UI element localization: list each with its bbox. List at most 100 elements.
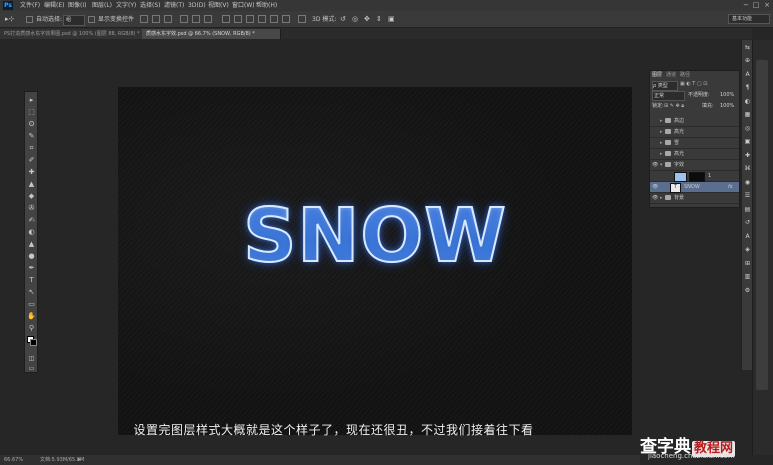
menu-layer[interactable]: 图层(L) — [92, 0, 112, 11]
opacity-input[interactable]: 100% — [720, 91, 734, 99]
align-top-icon[interactable] — [140, 15, 148, 23]
history-brush-tool-button[interactable]: ✇ — [27, 204, 36, 213]
layer-row-selected[interactable]: 👁︎ T SNOW fx — [650, 182, 739, 193]
color-panel-icon[interactable]: ◐ — [743, 97, 752, 106]
layer-row[interactable]: ▸ 高光 — [650, 127, 739, 138]
distribute-vcenter-icon[interactable] — [234, 15, 242, 23]
align-right-icon[interactable] — [204, 15, 212, 23]
layer-row[interactable]: ▸ 高边 — [650, 116, 739, 127]
quick-select-tool-button[interactable]: ✎ — [27, 132, 36, 141]
styles-panel-icon[interactable]: ◎ — [743, 124, 752, 133]
layer-row[interactable]: ▸ 雪 — [650, 138, 739, 149]
brush-tool-button[interactable]: ▲ — [27, 180, 36, 189]
distribute-bottom-icon[interactable] — [246, 15, 254, 23]
zoom-tool-button[interactable]: ⚲ — [27, 324, 36, 333]
paragraph-panel-icon[interactable]: ¶ — [743, 83, 752, 92]
close-button[interactable]: × — [762, 0, 772, 11]
menu-image[interactable]: 图像(I) — [68, 0, 86, 11]
menu-3d[interactable]: 3D(D) — [188, 0, 206, 11]
properties-panel-icon[interactable]: ◈ — [743, 245, 752, 254]
visibility-eye-icon[interactable]: 👁︎ — [652, 182, 658, 192]
lock-icons[interactable]: ⊞ ✎ ✥ 🔒︎ — [664, 102, 684, 110]
timeline-panel-icon[interactable]: ↺ — [743, 218, 752, 227]
align-vcenter-icon[interactable] — [152, 15, 160, 23]
layer-filter-icons[interactable]: ▣ ◐ T ▢ ⊡ — [680, 81, 707, 87]
eraser-tool-button[interactable]: ✍ — [27, 216, 36, 225]
fx-badge-icon[interactable]: fx — [728, 182, 733, 192]
pen-tool-button[interactable]: ✒ — [27, 264, 36, 273]
expand-arrow-icon[interactable]: ▸ — [660, 127, 663, 137]
menu-view[interactable]: 视图(V) — [208, 0, 229, 11]
menu-filter[interactable]: 滤镜(T) — [164, 0, 184, 11]
tab-document-1[interactable]: PS打造质感水东字效果图.psd @ 100% (图层 88, RGB/8) * — [0, 29, 146, 39]
3d-pan-icon[interactable]: ✥ — [364, 15, 370, 24]
histogram-panel-icon[interactable]: ▥ — [743, 272, 752, 281]
settings-panel-icon[interactable]: ⚙ — [743, 286, 752, 295]
blend-mode-dropdown[interactable]: 正常 — [652, 91, 685, 101]
character-panel-icon[interactable]: A — [743, 70, 752, 79]
layer-row[interactable]: 👁︎ ▾ 字效 — [650, 160, 739, 171]
menu-window[interactable]: 窗口(W) — [232, 0, 255, 11]
menu-type[interactable]: 文字(Y) — [116, 0, 136, 11]
actions-panel-icon[interactable]: ⌘ — [743, 164, 752, 173]
expand-arrow-icon[interactable]: ▸ — [660, 116, 663, 126]
path-select-tool-button[interactable]: ↖ — [27, 288, 36, 297]
move-tool-icon[interactable]: ▸⊹ — [5, 15, 14, 24]
background-color-swatch[interactable] — [30, 339, 37, 346]
tab-document-2[interactable]: 质感水东字效.psd @ 66.7% (SNOW, RGB/8) * — [142, 29, 281, 39]
fill-input[interactable]: 100% — [720, 102, 734, 110]
gradient-tool-button[interactable]: ◐ — [27, 228, 36, 237]
quick-mask-icon[interactable]: ◫ — [27, 354, 36, 363]
collapse-arrow-icon[interactable]: ▾ — [660, 160, 663, 170]
layer-row[interactable]: 1 — [650, 171, 739, 182]
scrollbar-thumb[interactable] — [756, 60, 768, 390]
layer-row[interactable]: 👁︎ ▸ 背景 — [650, 193, 739, 204]
marquee-tool-button[interactable]: ⬚ — [27, 108, 36, 117]
3d-slide-icon[interactable]: ⇕ — [376, 15, 382, 24]
auto-select-checkbox[interactable] — [26, 16, 33, 23]
menu-select[interactable]: 选择(S) — [140, 0, 161, 11]
blur-tool-button[interactable]: ▲ — [27, 240, 36, 249]
lasso-tool-button[interactable]: ʘ — [27, 120, 36, 129]
stamp-tool-button[interactable]: ◆ — [27, 192, 36, 201]
shape-tool-button[interactable]: ▭ — [27, 300, 36, 309]
distribute-right-icon[interactable] — [282, 15, 290, 23]
align-left-icon[interactable] — [180, 15, 188, 23]
distribute-hcenter-icon[interactable] — [270, 15, 278, 23]
align-hcenter-icon[interactable] — [192, 15, 200, 23]
tab-paths[interactable]: 路径 — [680, 72, 690, 79]
glyphs-panel-icon[interactable]: A — [743, 232, 752, 241]
auto-select-dropdown[interactable]: 组 — [63, 15, 85, 26]
masks-panel-icon[interactable]: ✚ — [743, 151, 752, 160]
dodge-tool-button[interactable]: ● — [27, 252, 36, 261]
layer-row[interactable]: ▸ 高光 — [650, 149, 739, 160]
eyedropper-tool-button[interactable]: ✐ — [27, 156, 36, 165]
move-tool-button[interactable]: ▸ — [27, 96, 36, 105]
auto-align-icon[interactable] — [298, 15, 306, 23]
expand-arrow-icon[interactable]: ▸ — [660, 149, 663, 159]
maximize-button[interactable]: □ — [751, 0, 761, 11]
expand-arrow-icon[interactable]: ▸ — [660, 193, 663, 203]
tab-layers[interactable]: 图层 — [652, 72, 662, 79]
navigator-panel-icon[interactable]: ⊕ — [743, 56, 752, 65]
screen-mode-icon[interactable]: ▭ — [27, 364, 36, 373]
history-panel-icon[interactable]: ⇆ — [743, 43, 752, 52]
hand-tool-button[interactable]: ✋ — [27, 312, 36, 321]
menu-help[interactable]: 帮助(H) — [256, 0, 277, 11]
tool-presets-panel-icon[interactable]: ☰ — [743, 191, 752, 200]
type-tool-button[interactable]: T — [27, 276, 36, 285]
zoom-level[interactable]: 66.67% — [4, 455, 23, 465]
layer-filter-dropdown[interactable]: ρ 类型 — [652, 81, 678, 91]
expand-arrow-icon[interactable]: ▸ — [660, 138, 663, 148]
info-panel-icon[interactable]: ⊞ — [743, 259, 752, 268]
visibility-eye-icon[interactable]: 👁︎ — [652, 160, 658, 170]
clone-source-panel-icon[interactable]: ▤ — [743, 205, 752, 214]
healing-tool-button[interactable]: ✚ — [27, 168, 36, 177]
distribute-left-icon[interactable] — [258, 15, 266, 23]
workspace-switcher[interactable]: 基本功能 — [728, 14, 770, 24]
adjustments-panel-icon[interactable]: ▣ — [743, 137, 752, 146]
show-transform-checkbox[interactable] — [88, 16, 95, 23]
distribute-top-icon[interactable] — [222, 15, 230, 23]
visibility-eye-icon[interactable]: 👁︎ — [652, 193, 658, 203]
3d-rotate-icon[interactable]: ↺ — [340, 15, 346, 24]
